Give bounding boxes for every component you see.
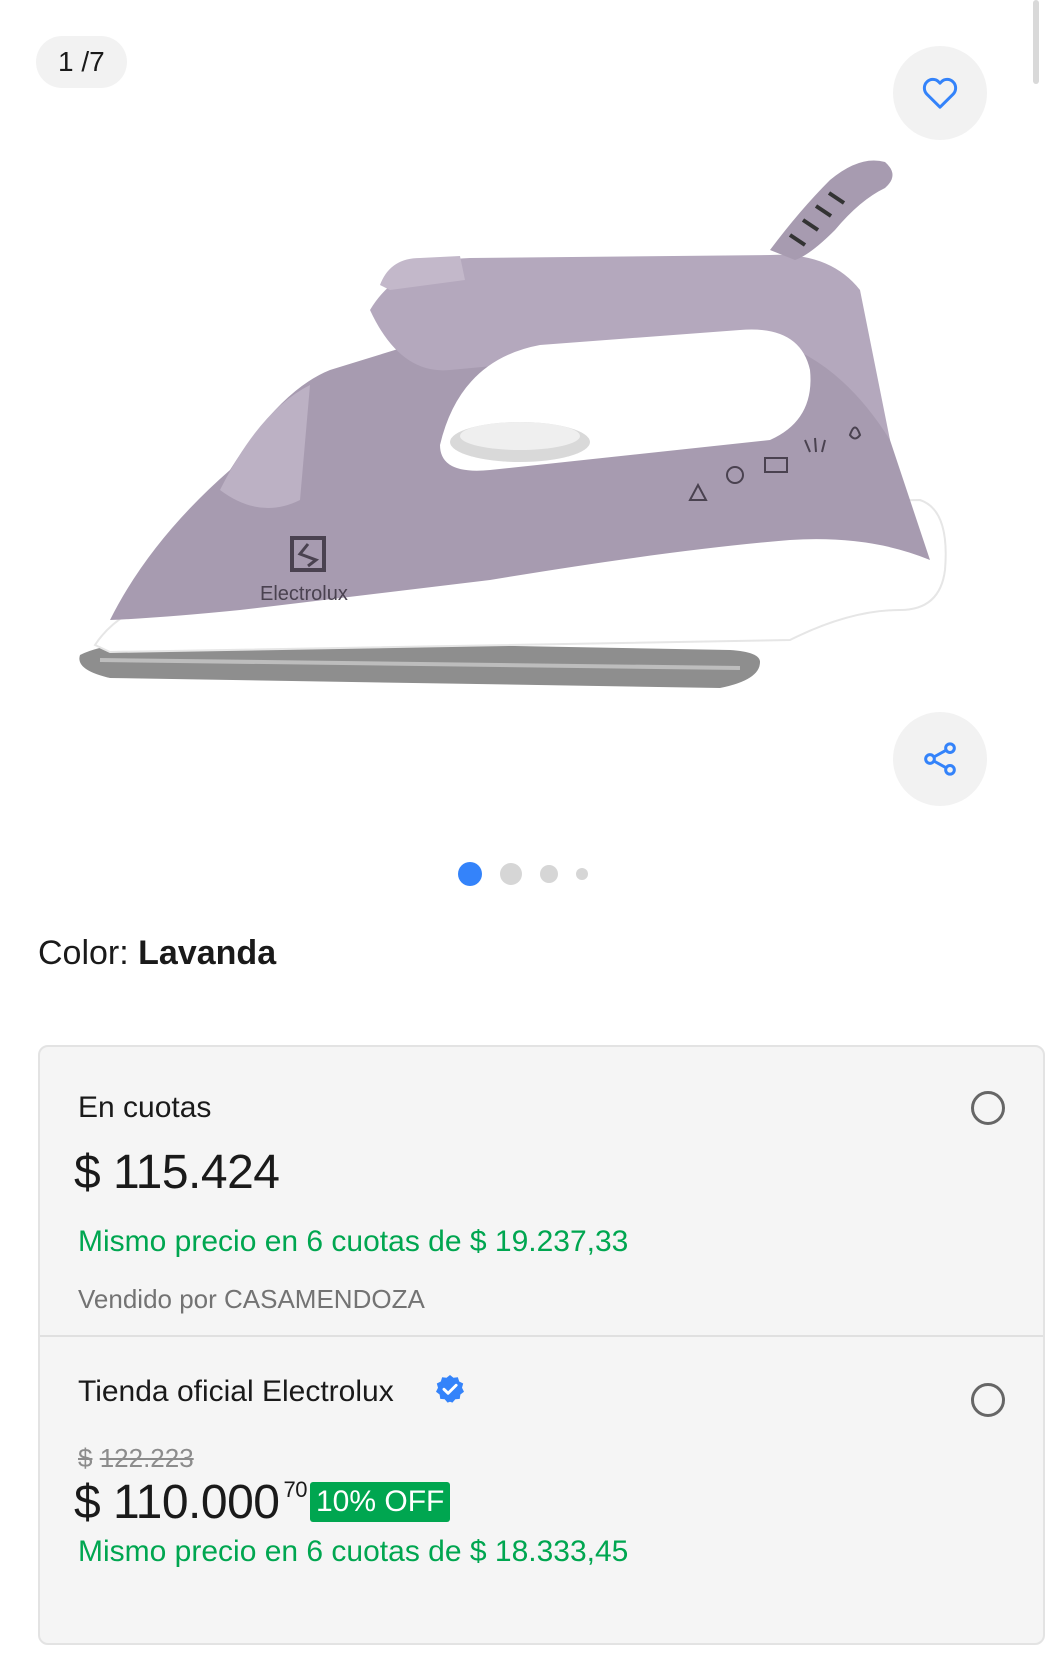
old-price-value: 122.223	[99, 1443, 194, 1473]
old-price: $ 122.223	[78, 1443, 194, 1474]
installments-text: Mismo precio en 6 cuotas de $ 18.333,45	[78, 1535, 629, 1568]
scrollbar[interactable]	[1033, 0, 1039, 84]
option-official-store[interactable]: Tienda oficial Electrolux $ 122.223 $ 11…	[40, 1335, 1043, 1655]
purchase-options: En cuotas $ 115.424 Mismo precio en 6 cu…	[38, 1045, 1045, 1645]
discount-badge: 10% OFF	[310, 1482, 451, 1522]
image-counter: 1 /7	[36, 36, 127, 88]
price-value: $ 110.000	[74, 1476, 280, 1529]
option-price: $ 110.000 70	[74, 1475, 307, 1530]
gallery-dot[interactable]	[575, 868, 588, 880]
radio-unchecked[interactable]	[971, 1383, 1005, 1417]
price-cents: 70	[283, 1477, 307, 1502]
seller-info: Vendido por CASAMENDOZA	[78, 1284, 425, 1314]
option-price: $ 115.424	[74, 1146, 280, 1199]
favorite-button[interactable]	[893, 46, 987, 140]
store-name: Tienda oficial Electrolux	[78, 1375, 394, 1408]
product-brand-label: Electrolux	[260, 583, 348, 605]
gallery-dot[interactable]	[539, 865, 558, 883]
gallery-pagination	[0, 862, 1045, 886]
color-value: Lavanda	[138, 934, 277, 972]
option-title: En cuotas	[78, 1091, 212, 1124]
installments-text: Mismo precio en 6 cuotas de $ 19.237,33	[78, 1225, 629, 1258]
color-selector: Color: Lavanda	[38, 934, 276, 973]
option-title: Tienda oficial Electrolux	[78, 1375, 394, 1409]
share-button[interactable]	[893, 712, 987, 806]
option-installments[interactable]: En cuotas $ 115.424 Mismo precio en 6 cu…	[40, 1047, 1043, 1337]
verified-badge-icon	[436, 1375, 464, 1403]
old-price-symbol: $	[78, 1443, 93, 1473]
heart-icon	[922, 77, 958, 109]
color-label: Color:	[38, 934, 129, 972]
gallery-dot[interactable]	[499, 863, 522, 885]
share-icon	[924, 742, 956, 776]
radio-unchecked[interactable]	[971, 1091, 1005, 1125]
product-image-iron[interactable]: Electrolux	[70, 140, 970, 710]
gallery-dot-active[interactable]	[457, 862, 482, 886]
